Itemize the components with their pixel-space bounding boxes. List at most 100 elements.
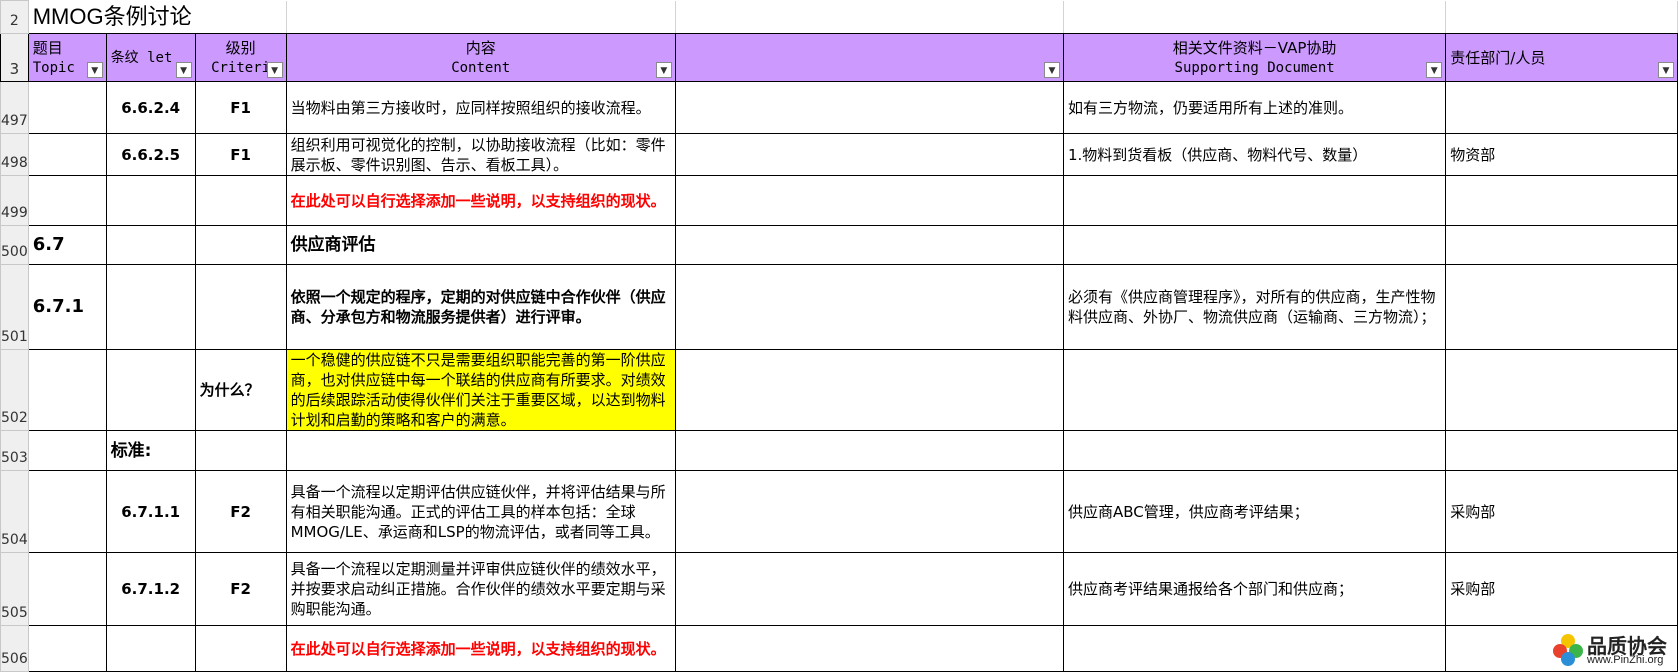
cell-topic[interactable]: 6.7.1 xyxy=(27,264,107,350)
cell-blank[interactable] xyxy=(674,133,1064,176)
cell-topic[interactable] xyxy=(27,175,107,226)
cell-supporting[interactable]: 如有三方物流，仍要适用所有上述的准则。 xyxy=(1062,81,1447,134)
filter-dropdown-icon[interactable]: ▼ xyxy=(655,62,672,78)
cell-standard-label[interactable]: 标准: xyxy=(105,430,196,471)
cell-criteria[interactable]: F2 xyxy=(194,470,287,553)
cell-blank[interactable] xyxy=(674,225,1064,265)
cell-clause[interactable]: 6.6.2.5 xyxy=(105,133,196,176)
sheet-title[interactable]: MMOG条例讨论 xyxy=(28,0,287,34)
cell-supporting[interactable]: 1.物料到货看板（供应商、物料代号、数量） xyxy=(1062,133,1447,176)
row-number[interactable]: 497 xyxy=(0,81,29,134)
cell-supporting[interactable] xyxy=(1062,349,1447,431)
cell-content[interactable]: 依照一个规定的程序，定期的对供应链中合作伙伴（供应商、分承包方和物流服务提供者）… xyxy=(285,264,676,350)
cell-criteria[interactable] xyxy=(194,430,287,471)
cell-topic[interactable] xyxy=(27,430,107,471)
header-topic[interactable]: 题目 Topic ▼ xyxy=(27,33,107,82)
cell-topic[interactable] xyxy=(27,81,107,134)
header-responsible[interactable]: 责任部门/人员 ▼ xyxy=(1445,33,1678,82)
cell-clause[interactable]: 6.7.1.2 xyxy=(105,552,196,626)
cell-criteria[interactable]: F1 xyxy=(194,81,287,134)
filter-dropdown-icon[interactable]: ▼ xyxy=(266,62,283,78)
row-number[interactable]: 498 xyxy=(0,133,29,176)
cell-responsible[interactable] xyxy=(1445,264,1678,350)
cell-supporting[interactable] xyxy=(1062,225,1447,265)
cell-responsible[interactable]: 采购部 xyxy=(1445,552,1678,626)
cell-content[interactable]: 具备一个流程以定期测量并评审供应链伙伴的绩效水平，并按要求启动纠正措施。合作伙伴… xyxy=(285,552,676,626)
filter-dropdown-icon[interactable]: ▼ xyxy=(86,62,103,78)
cell-topic[interactable] xyxy=(27,625,107,672)
cell-clause[interactable] xyxy=(105,225,196,265)
cell-supporting[interactable]: 必须有《供应商管理程序》，对所有的供应商，生产性物料供应商、外协厂、物流供应商（… xyxy=(1062,264,1447,350)
cell-clause[interactable] xyxy=(105,175,196,226)
cell-supporting[interactable]: 供应商考评结果通报给各个部门和供应商； xyxy=(1062,552,1447,626)
row-number[interactable]: 506 xyxy=(0,625,29,672)
cell-blank[interactable] xyxy=(674,470,1064,553)
row-number[interactable]: 3 xyxy=(0,33,29,82)
cell-blank[interactable] xyxy=(674,264,1064,350)
cell-topic[interactable] xyxy=(27,349,107,431)
cell-responsible[interactable] xyxy=(1445,225,1678,265)
header-blank[interactable]: ▼ xyxy=(674,33,1064,82)
cell-criteria[interactable]: F2 xyxy=(194,552,287,626)
cell-clause[interactable]: 6.7.1.1 xyxy=(105,470,196,553)
cell-supporting[interactable] xyxy=(1062,625,1447,672)
cell-blank[interactable] xyxy=(674,175,1064,226)
cell-blank[interactable] xyxy=(674,81,1064,134)
header-supporting[interactable]: 相关文件资料－VAP协助 Supporting Document ▼ xyxy=(1062,33,1447,82)
cell-blank[interactable] xyxy=(674,430,1064,471)
cell-blank[interactable] xyxy=(674,349,1064,431)
cell-note[interactable]: 在此处可以自行选择添加一些说明，以支持组织的现状。 xyxy=(285,625,676,672)
cell[interactable] xyxy=(286,0,676,34)
cell-content[interactable]: 具备一个流程以定期评估供应链伙伴，并将评估结果与所有相关职能沟通。正式的评估工具… xyxy=(285,470,676,553)
cell-note[interactable]: 在此处可以自行选择添加一些说明，以支持组织的现状。 xyxy=(285,175,676,226)
cell-blank[interactable] xyxy=(674,552,1064,626)
row-number[interactable]: 504 xyxy=(0,470,29,553)
cell-blank[interactable] xyxy=(674,625,1064,672)
cell-criteria[interactable] xyxy=(194,264,287,350)
cell-clause[interactable] xyxy=(105,625,196,672)
row-number[interactable]: 500 xyxy=(0,225,29,265)
row-number[interactable]: 499 xyxy=(0,175,29,226)
cell-responsible[interactable] xyxy=(1445,430,1678,471)
cell-responsible[interactable] xyxy=(1445,81,1678,134)
row-number[interactable]: 505 xyxy=(0,552,29,626)
cell-criteria[interactable] xyxy=(194,225,287,265)
filter-dropdown-icon[interactable]: ▼ xyxy=(1658,62,1674,78)
header-criteria[interactable]: 级别 Criteri ▼ xyxy=(194,33,287,82)
cell-supporting[interactable] xyxy=(1062,430,1447,471)
cell-topic[interactable] xyxy=(27,552,107,626)
cell[interactable] xyxy=(1063,0,1447,34)
row-number[interactable]: 502 xyxy=(0,349,29,431)
filter-dropdown-icon[interactable]: ▼ xyxy=(1043,62,1060,78)
cell-responsible[interactable]: 采购部 xyxy=(1445,470,1678,553)
cell-section-title[interactable]: 供应商评估 xyxy=(285,225,676,265)
cell-clause[interactable]: 6.6.2.4 xyxy=(105,81,196,134)
cell-criteria[interactable] xyxy=(194,625,287,672)
cell-clause[interactable] xyxy=(105,264,196,350)
cell-supporting[interactable]: 供应商ABC管理，供应商考评结果； xyxy=(1062,470,1447,553)
cell-responsible[interactable]: 物资部 xyxy=(1445,133,1678,176)
filter-dropdown-icon[interactable]: ▼ xyxy=(1426,62,1443,78)
cell-why-content[interactable]: 一个稳健的供应链不只是需要组织职能完善的第一阶供应商，也对供应链中每一个联结的供… xyxy=(285,349,676,431)
cell-clause[interactable] xyxy=(105,349,196,431)
cell-responsible[interactable] xyxy=(1445,349,1678,431)
cell-topic[interactable] xyxy=(27,470,107,553)
cell-criteria[interactable]: F1 xyxy=(194,133,287,176)
row-number[interactable]: 2 xyxy=(0,0,29,34)
row-number[interactable]: 503 xyxy=(0,430,29,471)
cell-topic[interactable]: 6.7 xyxy=(27,225,107,265)
cell[interactable] xyxy=(675,0,1064,34)
header-content[interactable]: 内容 Content ▼ xyxy=(285,33,676,82)
cell-supporting[interactable] xyxy=(1062,175,1447,226)
cell-topic[interactable] xyxy=(27,133,107,176)
cell-content[interactable]: 当物料由第三方接收时，应同样按照组织的接收流程。 xyxy=(285,81,676,134)
cell-responsible[interactable] xyxy=(1445,175,1678,226)
cell-criteria[interactable] xyxy=(194,175,287,226)
cell[interactable] xyxy=(1445,0,1678,34)
cell-content[interactable]: 组织利用可视觉化的控制，以协助接收流程（比如：零件展示板、零件识别图、告示、看板… xyxy=(285,133,676,176)
cell-criteria[interactable]: 为什么？ xyxy=(194,349,287,431)
cell-content[interactable] xyxy=(285,430,676,471)
filter-dropdown-icon[interactable]: ▼ xyxy=(175,62,192,78)
header-clause[interactable]: 条纹 let ▼ xyxy=(105,33,196,82)
row-number[interactable]: 501 xyxy=(0,264,29,350)
